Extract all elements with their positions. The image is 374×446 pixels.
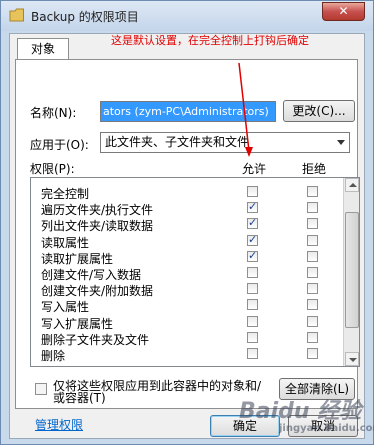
close-button[interactable]: ✕ [322,2,365,21]
permission-name: 创建文件夹/附加数据 [41,284,154,299]
allow-checkbox[interactable] [247,331,258,343]
arrow-down-icon [349,358,357,362]
dialog-body: 对象 名称(N): ators (zym-PC\Administrators) … [9,33,365,439]
deny-checkbox[interactable] [307,250,318,262]
permission-name: 删除 [41,349,66,363]
permission-row: 完全控制 [31,184,343,201]
scroll-up-button[interactable] [345,178,359,192]
deny-checkbox[interactable] [307,331,318,343]
permission-name: 创建文件/写入数据 [41,268,142,282]
permission-row: 遍历文件夹/执行文件 [31,200,343,218]
permission-name: 完全控制 [41,187,90,201]
deny-checkbox[interactable] [307,267,318,278]
deny-checkbox[interactable] [307,348,318,359]
apply-to-select[interactable]: 此文件夹、子文件夹和文件 [100,132,350,153]
deny-checkbox[interactable] [307,299,318,311]
deny-checkbox[interactable] [307,234,318,246]
allow-checkbox[interactable] [247,186,258,197]
deny-checkbox[interactable] [307,283,318,295]
allow-checkbox[interactable] [247,267,258,278]
deny-checkbox[interactable] [307,202,318,214]
permission-name: 读取属性 [41,235,90,250]
deny-checkbox[interactable] [307,315,318,327]
allow-checkbox[interactable] [247,200,258,214]
allow-checkbox[interactable] [247,249,258,262]
deny-checkbox[interactable] [307,218,318,230]
apply-to-value: 此文件夹、子文件夹和文件 [105,135,250,149]
deny-header: 拒绝 [302,162,327,176]
name-label: 名称(N): [30,106,77,120]
scroll-thumb[interactable] [345,212,359,328]
allow-checkbox[interactable] [247,283,258,295]
scrollbar[interactable] [343,178,359,366]
deny-checkbox[interactable] [307,186,318,197]
allow-checkbox[interactable] [247,233,258,246]
tab-page: 名称(N): ators (zym-PC\Administrators) 更改(… [15,59,360,432]
permissions-list: 删除 删除子文件夹及文件 写入扩展属性 写入属性 创建文件夹/附加数据 创建文件/写入数据… [30,177,360,367]
permission-row: 删除子文件夹及文件 [31,330,343,347]
apply-only-checkbox[interactable] [35,383,47,395]
arrow-up-icon [349,183,357,187]
permission-name: 读取扩展属性 [41,251,114,266]
permissions-label: 权限(P): [30,162,75,176]
watermark-logo: Baidu 经验 [239,399,362,424]
permission-row: 读取属性 [31,233,343,250]
annotation-text: 这是默认设置，在完全控制上打钩后确定 [111,34,309,47]
permission-row: 列出文件夹/读取数据 [31,216,343,234]
change-button[interactable]: 更改(C)... [283,100,355,122]
permission-row: 创建文件夹/附加数据 [31,281,343,299]
window-title: Backup 的权限项目 [31,10,139,24]
permission-name: 写入扩展属性 [41,316,114,331]
name-field[interactable]: ators (zym-PC\Administrators) [100,101,276,122]
scroll-down-button[interactable] [345,352,359,366]
permission-row: 读取扩展属性 [31,249,343,266]
folder-icon [9,8,24,22]
watermark: Baidu 经验 jingyan.baidu.com [239,387,374,445]
allow-checkbox[interactable] [247,299,258,311]
manage-permissions-link[interactable]: 管理权限 [35,416,83,433]
permission-name: 删除子文件夹及文件 [41,332,150,347]
tab-object[interactable]: 对象 [17,38,69,60]
permission-name: 列出文件夹/读取数据 [41,219,154,234]
permission-name: 写入属性 [41,300,90,315]
permission-name: 遍历文件夹/执行文件 [41,203,154,218]
allow-checkbox[interactable] [247,348,258,359]
permission-row: 写入属性 [31,297,343,315]
permission-dialog: Backup 的权限项目 ✕ 对象 名称(N): ators (zym-PC\A… [0,0,374,445]
permission-row: 写入扩展属性 [31,314,343,331]
permission-row: 删除 [31,346,343,363]
permission-row: 创建文件/写入数据 [31,265,343,282]
title-bar[interactable]: Backup 的权限项目 ✕ [1,1,373,31]
apply-to-label: 应用于(O): [30,138,89,152]
watermark-url: jingyan.baidu.com [279,423,374,434]
allow-checkbox[interactable] [247,216,258,230]
chevron-down-icon [337,140,345,145]
allow-checkbox[interactable] [247,315,258,327]
allow-header: 允许 [242,162,267,176]
